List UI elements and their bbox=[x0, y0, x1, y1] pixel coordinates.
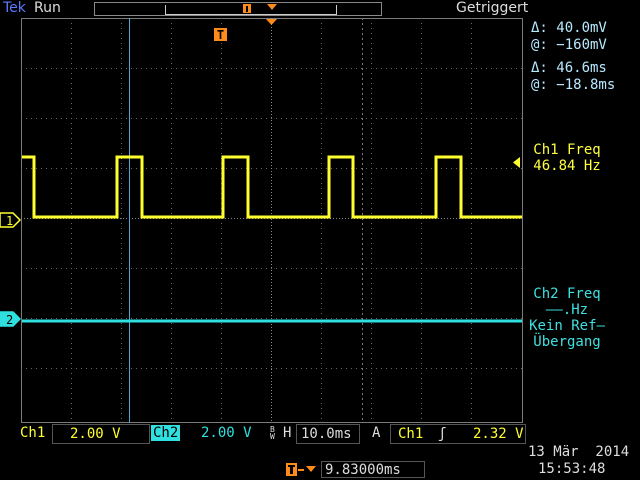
record-view-bar[interactable] bbox=[94, 2, 382, 16]
ch2-scale[interactable]: 2.00 V bbox=[201, 425, 252, 441]
cursor-at-voltage: @: −160mV bbox=[531, 37, 607, 53]
ch1-freq-value: 46.84 Hz bbox=[533, 158, 601, 174]
settings-bar: Ch1 2.00 V Ch2 2.00 V B W H 10.0ms A Ch1… bbox=[0, 424, 640, 444]
ch2-freq-note-2: Übergang bbox=[533, 334, 601, 350]
waveform-display[interactable]: T bbox=[21, 18, 523, 423]
svg-text:T: T bbox=[217, 28, 224, 42]
time-display: 15:53:48 bbox=[538, 461, 606, 477]
ch2-freq-label: Ch2 Freq bbox=[533, 286, 601, 302]
trigger-marker-icon: T bbox=[214, 28, 227, 42]
svg-text:2: 2 bbox=[6, 313, 13, 327]
cursor-delta-time: Δ: 46.6ms bbox=[531, 60, 607, 76]
trigger-slope-icon: ʃ bbox=[438, 426, 447, 442]
trigger-position-readout[interactable]: 9.83000ms bbox=[286, 461, 426, 479]
ch1-freq-label: Ch1 Freq bbox=[533, 142, 601, 158]
ch1-frequency-measurement: Ch1 Freq 46.84 Hz bbox=[512, 142, 622, 174]
ch1-ground-marker[interactable]: 1 bbox=[0, 212, 22, 228]
trigger-source: Ch1 bbox=[398, 426, 424, 442]
horizontal-label: H bbox=[283, 425, 292, 441]
date-display: 13 Mär 2014 bbox=[528, 444, 630, 460]
trigger-level: 2.32 V bbox=[473, 426, 524, 442]
ch1-label[interactable]: Ch1 bbox=[20, 425, 45, 441]
trigger-status: Getriggert bbox=[456, 0, 529, 16]
bandwidth-limit-icon: B W bbox=[270, 425, 275, 441]
brand-logo: Tek bbox=[3, 0, 26, 16]
timebase-value: 10.0ms bbox=[301, 426, 352, 442]
ch2-ground-marker[interactable]: 2 bbox=[0, 311, 22, 327]
svg-text:1: 1 bbox=[6, 214, 13, 228]
ch2-frequency-measurement: Ch2 Freq ——.Hz Kein Ref– Übergang bbox=[512, 286, 622, 350]
ch2-label[interactable]: Ch2 bbox=[151, 425, 181, 441]
trigger-position-value: 9.83000ms bbox=[321, 461, 425, 478]
top-status-bar: Tek Run Getriggert bbox=[0, 0, 640, 20]
center-marker-icon bbox=[267, 4, 277, 10]
trigger-offset-icon bbox=[286, 463, 316, 476]
ch2-freq-note: Kein Ref– bbox=[529, 318, 605, 334]
ch1-scale: 2.00 V bbox=[70, 426, 121, 442]
trigger-position-icon bbox=[243, 4, 251, 13]
ch1-scale-box[interactable]: 2.00 V bbox=[52, 424, 150, 444]
acquisition-mode: A bbox=[372, 425, 381, 441]
acquisition-state: Run bbox=[34, 0, 61, 16]
timebase-box[interactable]: 10.0ms bbox=[296, 424, 360, 444]
cursor-at-time: @: −18.8ms bbox=[531, 77, 616, 93]
ch2-freq-value: ——.Hz bbox=[545, 302, 589, 318]
cursor-delta-voltage: Δ: 40.0mV bbox=[531, 20, 607, 36]
trigger-settings-box[interactable]: Ch1 ʃ 2.32 V bbox=[390, 424, 526, 444]
